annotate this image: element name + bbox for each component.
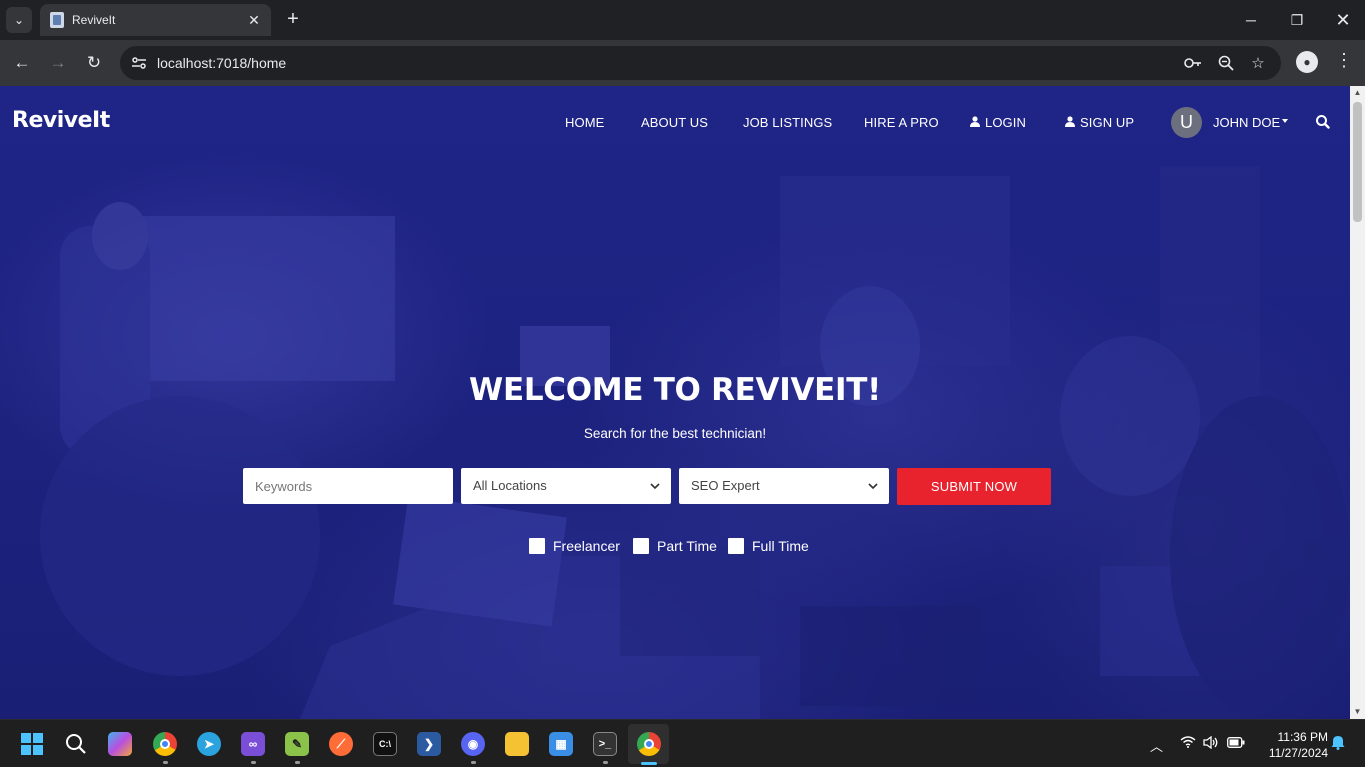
clock-date: 11/27/2024 (1268, 746, 1328, 760)
hero-subtitle: Search for the best technician! (583, 426, 767, 441)
tab-favicon-icon (50, 12, 64, 28)
chevron-down-icon (868, 483, 878, 490)
checkbox-label: Part Time (657, 538, 717, 554)
part-time-checkbox[interactable]: Part Time (633, 538, 717, 554)
running-indicator (471, 761, 476, 764)
submit-now-button[interactable]: SUBMIT NOW (897, 468, 1051, 505)
page-viewport: ReviveIt HOME ABOUT US JOB LISTINGS HIRE… (0, 86, 1350, 719)
checkbox-box[interactable] (728, 538, 744, 554)
address-bar[interactable]: localhost:7018/home ☆ (120, 46, 1281, 80)
freelancer-checkbox[interactable]: Freelancer (529, 538, 620, 554)
command-prompt-icon[interactable]: >_ (593, 732, 617, 756)
nav-job-listings[interactable]: JOB LISTINGS (743, 115, 832, 130)
dropdown-caret-icon[interactable] (1282, 119, 1288, 123)
scroll-down-icon[interactable]: ▼ (1350, 705, 1365, 719)
show-hidden-icons-icon[interactable]: ︿ (1150, 736, 1163, 755)
keywords-input[interactable] (243, 468, 453, 504)
wifi-icon[interactable] (1180, 736, 1196, 751)
taskbar: ➤ ∞ ✎ ⟋ C:\ ❯ ◉ ▦ >_ ︿ 11:36 PM 11/27/20… (0, 719, 1365, 767)
system-clock[interactable]: 11:36 PM 11/27/2024 (1252, 729, 1328, 761)
category-select-value: SEO Expert (691, 478, 760, 493)
hero-title: WELCOME TO REVIVEIT! (469, 372, 881, 408)
terminal-icon[interactable]: C:\ (373, 732, 397, 756)
user-icon (1065, 116, 1075, 130)
battery-icon[interactable] (1227, 736, 1245, 751)
clock-time: 11:36 PM (1277, 730, 1328, 744)
nav-login-label: LOGIN (985, 115, 1026, 130)
site-info-icon[interactable] (128, 52, 150, 74)
user-avatar[interactable]: U (1171, 107, 1202, 138)
browser-menu-icon[interactable]: ⋮ (1334, 50, 1354, 71)
user-icon (970, 116, 980, 130)
checkbox-label: Freelancer (553, 538, 620, 554)
keywords-field[interactable] (243, 468, 453, 504)
window-close-button[interactable]: ✕ (1320, 0, 1365, 40)
nav-sign-up-label: SIGN UP (1080, 115, 1135, 130)
site-logo[interactable]: ReviveIt (12, 108, 110, 133)
bookmark-star-icon[interactable]: ☆ (1247, 53, 1269, 73)
new-tab-button[interactable]: + (282, 8, 304, 30)
running-indicator (251, 761, 256, 764)
copilot-icon[interactable] (108, 732, 132, 756)
telegram-icon[interactable]: ➤ (197, 732, 221, 756)
chevron-down-icon (650, 483, 660, 490)
full-time-checkbox[interactable]: Full Time (728, 538, 809, 554)
visual-studio-icon[interactable]: ∞ (241, 732, 265, 756)
tab-close-icon[interactable]: ✕ (245, 12, 263, 29)
restore-button[interactable]: ❐ (1274, 0, 1320, 40)
browser-toolbar: ← → ↻ localhost:7018/home ☆ (0, 40, 1365, 86)
search-icon[interactable] (1314, 113, 1332, 131)
file-explorer-icon[interactable] (505, 732, 529, 756)
nav-login[interactable]: LOGIN (970, 115, 1026, 130)
taskbar-search-icon[interactable] (64, 732, 88, 756)
reload-button[interactable]: ↻ (82, 51, 106, 75)
zoom-icon[interactable] (1215, 53, 1237, 73)
discord-icon[interactable]: ◉ (461, 732, 485, 756)
tab-search-button[interactable]: ⌄ (6, 7, 32, 33)
browser-tab[interactable]: ReviveIt ✕ (40, 4, 271, 36)
checkbox-box[interactable] (633, 538, 649, 554)
running-indicator (163, 761, 168, 764)
chrome-active-icon[interactable] (637, 732, 661, 756)
microsoft-store-icon[interactable]: ▦ (549, 732, 573, 756)
location-select[interactable]: All Locations (461, 468, 671, 504)
nav-hire-a-pro[interactable]: HIRE A PRO (864, 115, 939, 130)
forward-button[interactable]: → (46, 51, 70, 75)
scroll-thumb[interactable] (1353, 102, 1362, 222)
password-key-icon[interactable] (1182, 53, 1204, 73)
checkbox-box[interactable] (529, 538, 545, 554)
category-select[interactable]: SEO Expert (679, 468, 889, 504)
scroll-up-icon[interactable]: ▲ (1350, 86, 1365, 100)
windows-start-icon[interactable] (20, 732, 44, 756)
nav-sign-up[interactable]: SIGN UP (1065, 115, 1134, 130)
checkbox-label: Full Time (752, 538, 809, 554)
running-indicator (295, 761, 300, 764)
nav-home[interactable]: HOME (565, 115, 604, 130)
powershell-icon[interactable]: ❯ (417, 732, 441, 756)
page-scrollbar[interactable]: ▲ ▼ (1350, 86, 1365, 719)
notepad-plus-icon[interactable]: ✎ (285, 732, 309, 756)
browser-tab-bar: ⌄ ReviveIt ✕ + ─ ❐ ✕ (0, 0, 1365, 40)
running-indicator (603, 761, 608, 764)
profile-icon[interactable]: ● (1296, 51, 1318, 73)
volume-icon[interactable] (1203, 735, 1219, 752)
tab-title: ReviveIt (72, 13, 116, 27)
nav-about-us[interactable]: ABOUT US (641, 115, 708, 130)
minimize-button[interactable]: ─ (1228, 0, 1274, 40)
user-menu-name[interactable]: JOHN DOE (1213, 115, 1280, 130)
location-select-value: All Locations (473, 478, 547, 493)
postman-icon[interactable]: ⟋ (329, 732, 353, 756)
active-indicator (641, 762, 657, 765)
chrome-icon[interactable] (153, 732, 177, 756)
back-button[interactable]: ← (10, 51, 34, 75)
url-text: localhost:7018/home (157, 55, 287, 71)
notification-bell-icon[interactable] (1331, 735, 1345, 753)
